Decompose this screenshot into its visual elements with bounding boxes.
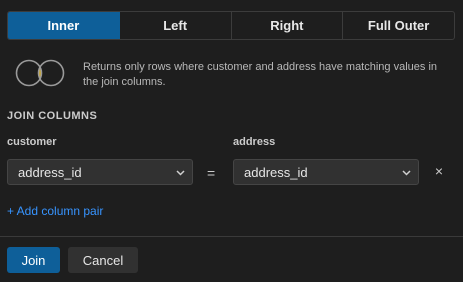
join-type-selector: Inner Left Right Full Outer [7,11,455,40]
left-column-select[interactable]: address_id [7,159,193,185]
join-button[interactable]: Join [7,247,60,273]
right-column-select[interactable]: address_id [233,159,419,185]
join-description: Returns only rows where customer and add… [83,61,438,88]
equals-sign: = [207,165,216,181]
add-column-pair-link[interactable]: + Add column pair [7,204,103,218]
join-type-full-outer[interactable]: Full Outer [343,12,454,39]
chevron-down-icon [176,170,185,176]
chevron-down-icon [402,170,411,176]
cancel-button[interactable]: Cancel [68,247,138,273]
join-columns-heading: JOIN COLUMNS [7,110,98,122]
right-column-value: address_id [244,164,308,180]
venn-inner-icon [15,59,65,87]
join-type-right[interactable]: Right [232,12,344,39]
join-type-inner[interactable]: Inner [8,12,120,39]
left-column-value: address_id [18,164,82,180]
right-table-label: address [233,136,276,148]
join-type-left[interactable]: Left [120,12,232,39]
left-table-label: customer [7,136,57,148]
footer-divider [0,236,463,237]
remove-pair-close-icon[interactable]: × [432,163,446,179]
